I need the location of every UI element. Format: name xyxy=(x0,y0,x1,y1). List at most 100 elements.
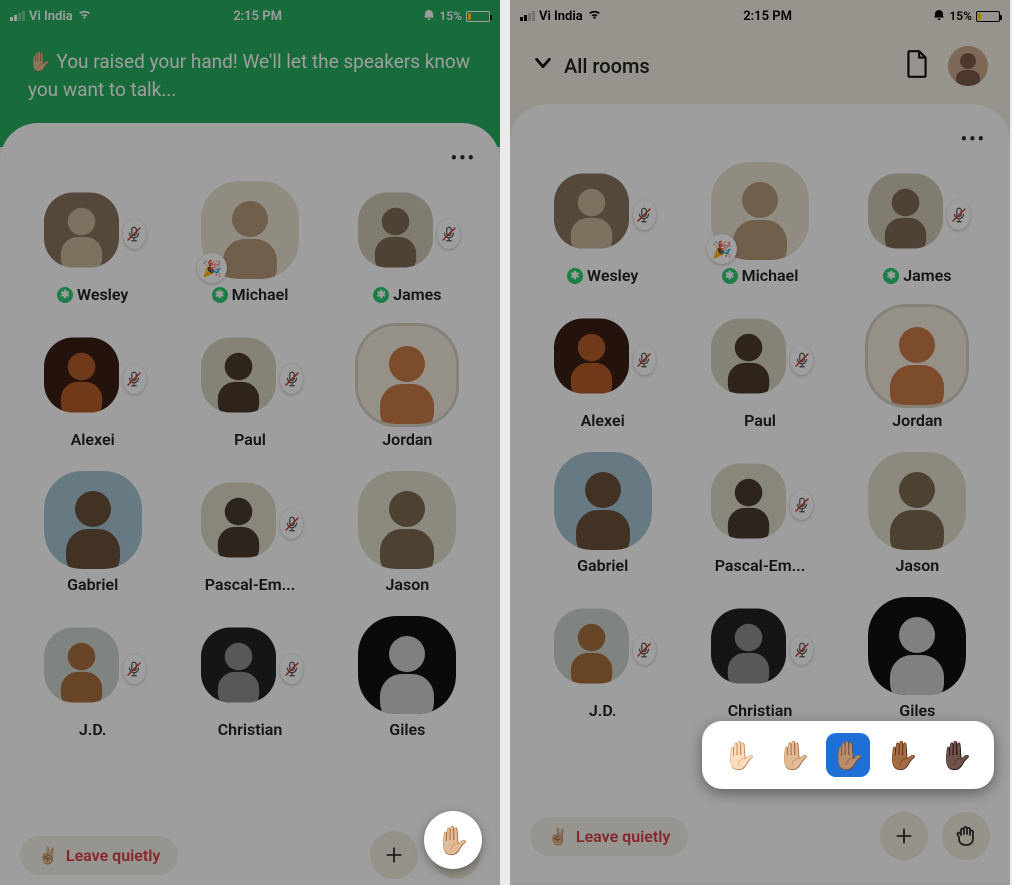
avatar[interactable] xyxy=(201,471,299,569)
skin-tone-option-0[interactable]: ✋🏻 xyxy=(718,733,762,777)
raise-hand-button[interactable] xyxy=(942,812,990,860)
avatar[interactable] xyxy=(554,452,652,550)
avatar[interactable] xyxy=(554,597,652,695)
avatar[interactable] xyxy=(868,307,966,405)
document-icon[interactable] xyxy=(904,49,930,83)
all-rooms-button[interactable]: All rooms xyxy=(532,52,650,80)
avatar[interactable] xyxy=(868,162,966,260)
avatar[interactable] xyxy=(711,452,809,550)
skin-tone-option-1[interactable]: ✋🏼 xyxy=(772,733,816,777)
speaker-name: Jason xyxy=(385,575,429,594)
speaker-paul[interactable]: Paul xyxy=(691,307,828,430)
skin-tone-option-3[interactable]: ✋🏾 xyxy=(880,733,924,777)
speaker-name-row: Gabriel xyxy=(67,575,118,594)
moderator-badge: ✱ xyxy=(883,268,899,284)
avatar[interactable] xyxy=(201,616,299,714)
speaker-name-row: ✱James xyxy=(883,266,951,285)
speaker-name: Paul xyxy=(234,430,266,449)
speaker-giles[interactable]: Giles xyxy=(339,616,476,739)
avatar[interactable] xyxy=(554,162,652,260)
speaker-jordan[interactable]: Jordan xyxy=(849,307,986,430)
speaker-name: Alexei xyxy=(581,411,625,430)
skin-tone-option-4[interactable]: ✋🏿 xyxy=(934,733,978,777)
speaker-jordan[interactable]: Jordan xyxy=(339,326,476,449)
avatar[interactable] xyxy=(711,307,809,405)
avatar[interactable] xyxy=(358,616,456,714)
speaker-gabriel[interactable]: Gabriel xyxy=(534,452,671,575)
speaker-name: Pascal-Em... xyxy=(715,556,806,575)
room-card: ••• ✱Wesley🎉✱Michael✱James Alexei Paul Jord… xyxy=(0,123,500,885)
avatar[interactable] xyxy=(44,181,142,279)
muted-icon xyxy=(123,219,146,249)
speaker-christian[interactable]: Christian xyxy=(181,616,318,739)
banner-emoji: ✋🏼 xyxy=(28,50,52,73)
speaker-name: Christian xyxy=(218,720,283,739)
speaker-name-row: Giles xyxy=(389,720,425,739)
add-button[interactable] xyxy=(880,812,928,860)
phone-left: Vi India 2:15 PM 15% ✋🏼 You raised your … xyxy=(0,0,500,885)
muted-icon xyxy=(633,635,656,665)
muted-icon xyxy=(280,364,303,394)
avatar[interactable] xyxy=(358,326,456,424)
leave-quietly-button[interactable]: ✌🏼 Leave quietly xyxy=(530,817,688,856)
speaker-paul[interactable]: Paul xyxy=(181,326,318,449)
speaker-alexei[interactable]: Alexei xyxy=(534,307,671,430)
party-badge: 🎉 xyxy=(707,234,737,264)
speaker-grid: ✱Wesley🎉✱Michael✱JamesAlexeiPaulJordanGa… xyxy=(534,162,986,720)
skin-tone-popup: ✋🏻✋🏼✋🏽✋🏾✋🏿 xyxy=(702,721,994,789)
all-rooms-label: All rooms xyxy=(564,54,650,78)
room-menu-button[interactable]: ••• xyxy=(451,148,476,169)
speaker-name-row: Alexei xyxy=(581,411,625,430)
leave-quietly-button[interactable]: ✌🏼 Leave quietly xyxy=(20,836,178,875)
add-button[interactable] xyxy=(370,831,418,879)
skin-tone-option-2[interactable]: ✋🏽 xyxy=(826,733,870,777)
avatar[interactable] xyxy=(554,307,652,405)
speaker-alexei[interactable]: Alexei xyxy=(24,326,161,449)
speaker-name: Michael xyxy=(742,266,799,285)
carrier-label: Vi India xyxy=(29,9,73,24)
moderator-badge: ✱ xyxy=(567,268,583,284)
speaker-name-row: Jason xyxy=(895,556,939,575)
avatar[interactable] xyxy=(44,471,142,569)
speaker-pascal-em-[interactable]: Pascal-Em... xyxy=(691,452,828,575)
avatar[interactable]: 🎉 xyxy=(711,162,809,260)
speaker-name: Michael xyxy=(232,285,289,304)
speaker-j-d-[interactable]: J.D. xyxy=(24,616,161,739)
speaker-name: Gabriel xyxy=(67,575,118,594)
speaker-jason[interactable]: Jason xyxy=(339,471,476,594)
carrier-label: Vi India xyxy=(539,9,583,24)
avatar[interactable] xyxy=(358,471,456,569)
avatar[interactable] xyxy=(711,597,809,695)
speaker-gabriel[interactable]: Gabriel xyxy=(24,471,161,594)
avatar[interactable]: 🎉 xyxy=(201,181,299,279)
muted-icon xyxy=(633,200,656,230)
avatar[interactable] xyxy=(44,616,142,714)
status-bar: Vi India 2:15 PM 15% xyxy=(510,0,1010,28)
speaker-wesley[interactable]: ✱Wesley xyxy=(534,162,671,285)
hand-icon: ✋🏼 xyxy=(436,824,471,857)
profile-avatar[interactable] xyxy=(948,46,988,86)
speaker-james[interactable]: ✱James xyxy=(849,162,986,285)
speaker-j-d-[interactable]: J.D. xyxy=(534,597,671,720)
muted-icon xyxy=(280,509,303,539)
speaker-michael[interactable]: 🎉 ✱Michael xyxy=(691,162,828,285)
speaker-name-row: ✱Michael xyxy=(722,266,799,285)
speaker-michael[interactable]: 🎉✱Michael xyxy=(181,181,318,304)
avatar[interactable] xyxy=(201,326,299,424)
wifi-icon xyxy=(77,8,92,24)
speaker-pascal-em-[interactable]: Pascal-Em... xyxy=(181,471,318,594)
room-menu-button[interactable]: ••• xyxy=(961,129,986,150)
speaker-james[interactable]: ✱James xyxy=(339,181,476,304)
speaker-wesley[interactable]: ✱Wesley xyxy=(24,181,161,304)
speaker-giles[interactable]: Giles xyxy=(849,597,986,720)
speaker-name-row: Paul xyxy=(744,411,776,430)
speaker-christian[interactable]: Christian xyxy=(691,597,828,720)
avatar[interactable] xyxy=(358,181,456,279)
speaker-name-row: Christian xyxy=(728,701,793,720)
avatar[interactable] xyxy=(44,326,142,424)
speaker-jason[interactable]: Jason xyxy=(849,452,986,575)
avatar[interactable] xyxy=(868,452,966,550)
raise-hand-button-highlight[interactable]: ✋🏼 xyxy=(424,811,482,869)
avatar[interactable] xyxy=(868,597,966,695)
battery-icon xyxy=(466,11,490,22)
